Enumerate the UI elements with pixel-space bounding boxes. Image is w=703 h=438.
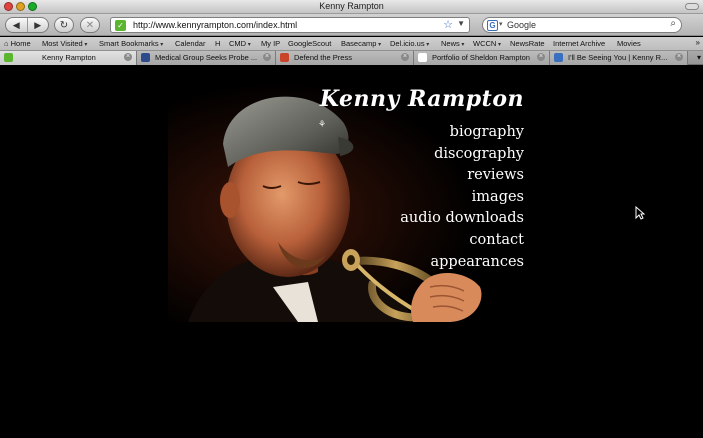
bookmark-item[interactable]: News ▾ <box>441 39 464 48</box>
mouse-cursor-icon <box>635 206 645 220</box>
bookmark-star-icon[interactable]: ☆ <box>443 18 453 31</box>
bookmark-item[interactable]: My IP <box>261 39 280 48</box>
bookmarks-overflow-icon[interactable]: » <box>696 38 700 47</box>
svg-text:⚘: ⚘ <box>318 120 326 130</box>
tab-close-icon[interactable]: × <box>401 53 409 61</box>
bookmark-item[interactable]: Basecamp ▾ <box>341 39 381 48</box>
bookmark-label: Smart Bookmarks <box>99 39 159 48</box>
url-text[interactable]: http://www.kennyrampton.com/index.html <box>133 20 297 30</box>
bookmark-item[interactable]: NewsRate <box>510 39 545 48</box>
bookmark-item[interactable]: Movies <box>617 39 641 48</box>
bookmark-label: CMD <box>229 39 247 48</box>
tab-label: Kenny Rampton <box>42 53 96 62</box>
url-dropdown-icon[interactable]: ▼ <box>457 19 465 28</box>
tab-favicon-icon <box>418 53 427 62</box>
site-navigation-menu: biography discography reviews images audio d… <box>400 122 524 273</box>
tab-favicon-icon <box>554 53 563 62</box>
forward-arrow-icon[interactable]: ▶ <box>28 20 49 31</box>
bookmark-label: My IP <box>261 39 281 48</box>
navigation-toolbar: ◀ ▶ ↻ ✕ ✓ http://www.kennyrampton.com/in… <box>0 14 703 36</box>
nav-link-contact[interactable]: contact <box>400 230 524 252</box>
tab-favicon-icon <box>141 53 150 62</box>
tab-favicon-icon <box>4 53 13 62</box>
nav-link-discography[interactable]: discography <box>400 144 524 166</box>
hero-area: ⚘ Kenny Rampton biography discography revi… <box>168 82 530 322</box>
chevron-down-icon: ▾ <box>376 42 382 48</box>
nav-link-images[interactable]: images <box>400 187 524 209</box>
search-engine-dropdown-icon[interactable]: ▾ <box>499 20 503 28</box>
search-bar[interactable]: G ▾ Google ⌕ <box>482 17 682 33</box>
tab-close-icon[interactable]: × <box>263 53 271 61</box>
url-bar[interactable]: ✓ http://www.kennyrampton.com/index.html… <box>110 17 470 33</box>
browser-tab[interactable]: Defend the Press × <box>276 51 414 65</box>
search-input[interactable]: Google <box>507 20 536 30</box>
bookmark-item[interactable]: WCCN ▾ <box>473 39 501 48</box>
bookmark-label: H <box>215 39 221 48</box>
bookmark-label: GoogleScout <box>288 39 332 48</box>
bookmark-item[interactable]: Internet Archive <box>553 39 605 48</box>
tab-close-icon[interactable]: × <box>675 53 683 61</box>
window-titlebar: Kenny Rampton <box>0 0 703 14</box>
back-arrow-icon[interactable]: ◀ <box>6 20 27 31</box>
chevron-down-icon: ▾ <box>459 42 465 48</box>
bookmark-label: Basecamp <box>341 39 377 48</box>
home-icon: ⌂ <box>4 39 11 48</box>
bookmark-label: Calendar <box>175 39 206 48</box>
nav-link-appearances[interactable]: appearances <box>400 252 525 274</box>
bookmark-item[interactable]: CMD ▾ <box>229 39 251 48</box>
browser-tab[interactable]: Portfolio of Sheldon Rampton × <box>414 51 550 65</box>
tab-strip: ▾ Kenny Rampton × Medical Group Seeks Prob… <box>0 51 703 65</box>
chevron-down-icon: ▾ <box>496 42 502 48</box>
tab-label: I'll Be Seeing You | Kenny R... <box>568 53 668 62</box>
bookmark-label: Del.icio.us <box>390 39 425 48</box>
chevron-down-icon: ▾ <box>246 42 251 48</box>
page-content: ⚘ Kenny Rampton biography discography revi… <box>0 66 703 438</box>
tab-close-icon[interactable]: × <box>537 53 545 61</box>
bookmark-item[interactable]: Del.icio.us ▾ <box>390 39 429 48</box>
window-title: Kenny Rampton <box>319 1 384 11</box>
bookmarks-toolbar: » ⌂ Home Most Visited ▾ Smart Bookmarks ▾ C… <box>0 37 703 51</box>
chevron-down-icon: ▾ <box>424 42 430 48</box>
tab-label: Defend the Press <box>294 53 352 62</box>
reload-button[interactable]: ↻ <box>54 17 74 33</box>
nav-link-reviews[interactable]: reviews <box>400 165 524 187</box>
site-title: Kenny Rampton <box>319 86 524 112</box>
browser-tab[interactable]: I'll Be Seeing You | Kenny R... × <box>550 51 688 65</box>
toolbar-toggle-button[interactable] <box>685 3 699 10</box>
browser-tab[interactable]: Medical Group Seeks Probe ... × <box>137 51 276 65</box>
bookmark-item[interactable]: ⌂ Home <box>4 39 31 48</box>
chevron-down-icon: ▾ <box>82 42 88 48</box>
nav-link-audio-downloads[interactable]: audio downloads <box>400 208 524 230</box>
site-favicon-icon: ✓ <box>115 20 126 31</box>
chevron-down-icon: ▾ <box>158 42 164 48</box>
nav-link-biography[interactable]: biography <box>400 122 524 144</box>
bookmark-item[interactable]: Smart Bookmarks ▾ <box>99 39 163 48</box>
bookmark-label: Internet Archive <box>553 39 606 48</box>
reload-icon: ↻ <box>59 19 69 31</box>
tab-list-icon[interactable]: ▾ <box>697 53 701 62</box>
tab-favicon-icon <box>280 53 289 62</box>
back-forward-group: ◀ ▶ <box>5 17 49 33</box>
tab-label: Portfolio of Sheldon Rampton <box>432 53 530 62</box>
bookmark-item[interactable]: Most Visited ▾ <box>42 39 87 48</box>
bookmark-label: Home <box>10 39 31 48</box>
bookmark-label: Most Visited <box>42 39 83 48</box>
bookmark-label: Movies <box>617 39 641 48</box>
bookmark-label: NewsRate <box>510 39 545 48</box>
bookmark-label: News <box>441 39 460 48</box>
bookmark-label: WCCN <box>473 39 497 48</box>
browser-tab[interactable]: Kenny Rampton × <box>0 51 137 65</box>
stop-button[interactable]: ✕ <box>80 17 100 33</box>
bookmark-item[interactable]: H <box>215 39 220 48</box>
google-engine-icon[interactable]: G <box>487 20 498 31</box>
bookmark-item[interactable]: Calendar <box>175 39 205 48</box>
tab-close-icon[interactable]: × <box>124 53 132 61</box>
stop-icon: ✕ <box>85 19 95 31</box>
search-icon[interactable]: ⌕ <box>670 18 676 29</box>
tab-label: Medical Group Seeks Probe ... <box>155 53 258 62</box>
bookmark-item[interactable]: GoogleScout <box>288 39 331 48</box>
